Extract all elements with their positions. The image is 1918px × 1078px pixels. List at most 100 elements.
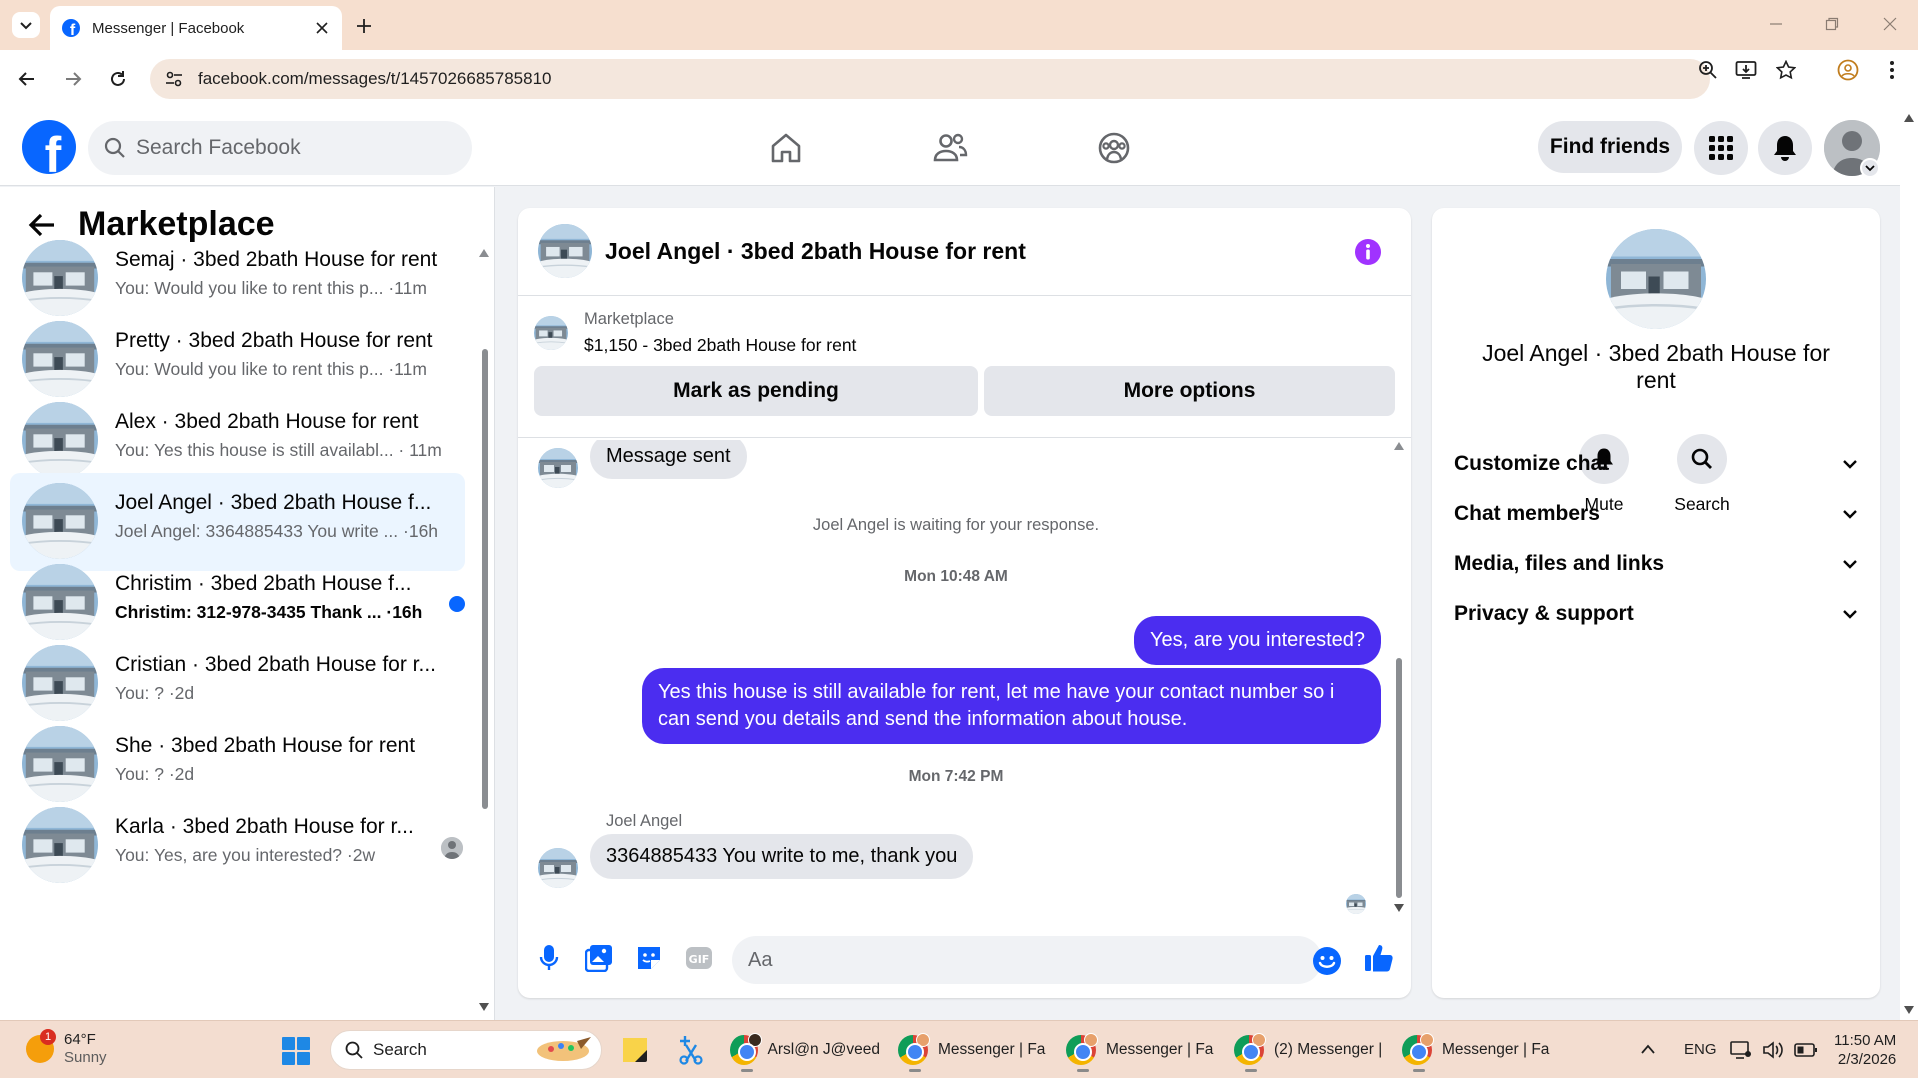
- battery-icon[interactable]: [1794, 1042, 1818, 1058]
- taskbar-search[interactable]: Search: [330, 1030, 602, 1070]
- back-arrow-icon[interactable]: [14, 66, 40, 92]
- taskbar-app-label: Messenger | Fa: [1442, 1041, 1550, 1058]
- weather-widget[interactable]: 1 64°F Sunny: [26, 1029, 107, 1067]
- chat-info-section-privacy-support[interactable]: Privacy & support: [1454, 592, 1858, 636]
- weather-condition: Sunny: [64, 1049, 107, 1066]
- tab-title: Messenger | Facebook: [92, 19, 245, 37]
- photo-gallery-icon[interactable]: [584, 943, 614, 973]
- info-icon[interactable]: [1354, 238, 1382, 266]
- taskbar-chrome-window[interactable]: Arsl@n J@veed: [730, 1029, 880, 1072]
- marketplace-label: Marketplace: [584, 310, 674, 328]
- message-bubble-incoming: Message sent: [590, 440, 747, 479]
- chrome-icon: [1402, 1033, 1434, 1065]
- message-input[interactable]: Aa: [732, 936, 1322, 984]
- zoom-icon[interactable]: [1696, 58, 1720, 82]
- chat-info-avatar[interactable]: [1606, 229, 1706, 329]
- snipping-tool-icon[interactable]: [676, 1035, 706, 1065]
- address-bar[interactable]: facebook.com/messages/t/1457026685785810: [150, 59, 1710, 99]
- taskbar-chrome-window[interactable]: Messenger | Fa: [1066, 1029, 1216, 1072]
- url-text[interactable]: facebook.com/messages/t/1457026685785810: [198, 69, 551, 89]
- language-indicator[interactable]: ENG: [1684, 1041, 1717, 1058]
- find-friends-button[interactable]: Find friends: [1538, 121, 1682, 173]
- gif-icon[interactable]: GIF: [684, 943, 714, 973]
- chat-list-item[interactable]: Karla · 3bed 2bath House for r... You: Ye…: [10, 797, 465, 895]
- profile-badge-icon: [1252, 1033, 1266, 1047]
- facebook-logo-icon[interactable]: f: [22, 120, 76, 174]
- conversation-avatar[interactable]: [538, 224, 592, 278]
- chat-name: Karla · 3bed 2bath House for r...: [115, 815, 414, 838]
- taskbar-chrome-window[interactable]: Messenger | Fa: [1402, 1029, 1552, 1072]
- chat-info-section-media-files-and-links[interactable]: Media, files and links: [1454, 542, 1858, 586]
- install-app-icon[interactable]: [1734, 58, 1758, 82]
- chat-info-section-chat-members[interactable]: Chat members: [1454, 492, 1858, 536]
- chat-list-scroll-thumb[interactable]: [482, 349, 488, 809]
- clock-date: 2/3/2026: [1837, 1051, 1897, 1068]
- tab-close-icon[interactable]: [314, 20, 330, 36]
- seen-indicator-avatar: [1346, 894, 1366, 914]
- volume-icon[interactable]: [1762, 1040, 1784, 1060]
- page-scrollbar[interactable]: [1900, 108, 1918, 1020]
- taskbar-chrome-window[interactable]: (2) Messenger |: [1234, 1029, 1384, 1072]
- more-options-button[interactable]: More options: [984, 366, 1395, 416]
- chat-avatar: [22, 726, 98, 802]
- browser-tab-messenger[interactable]: f Messenger | Facebook: [50, 6, 342, 50]
- chat-preview: You: Yes, are you interested? ·2w: [115, 845, 376, 865]
- microphone-icon[interactable]: [534, 943, 564, 973]
- message-input-placeholder: Aa: [748, 948, 773, 971]
- account-chevron-icon[interactable]: [1860, 158, 1880, 178]
- unread-indicator-dot: [449, 596, 465, 612]
- facebook-favicon-icon: f: [62, 19, 80, 37]
- chat-preview: You: ? ·2d: [115, 683, 195, 703]
- friends-icon[interactable]: [928, 126, 972, 170]
- new-tab-plus-icon[interactable]: [352, 14, 376, 38]
- search-icon: [104, 137, 125, 158]
- facebook-search-input[interactable]: Search Facebook: [88, 121, 472, 175]
- clock-time: 11:50 AM: [1834, 1032, 1897, 1049]
- sticky-notes-icon[interactable]: [620, 1035, 650, 1065]
- thread-scroll-thumb[interactable]: [1396, 658, 1402, 898]
- tab-search-button[interactable]: [12, 12, 40, 38]
- running-indicator: [1077, 1069, 1089, 1072]
- forward-arrow-icon[interactable]: [60, 66, 86, 92]
- emoji-icon[interactable]: [1312, 946, 1342, 976]
- window-close-icon[interactable]: [1878, 12, 1902, 36]
- chrome-profile-icon[interactable]: [1836, 58, 1860, 82]
- chat-avatar: [22, 564, 98, 640]
- thumbs-up-icon[interactable]: [1364, 943, 1394, 973]
- restore-icon[interactable]: [1820, 12, 1844, 36]
- notifications-bell-icon[interactable]: [1758, 121, 1812, 175]
- site-info-icon[interactable]: [164, 69, 184, 89]
- waiting-response-notice: Joel Angel is waiting for your response.: [812, 516, 1100, 534]
- sticker-icon[interactable]: [634, 943, 664, 973]
- chrome-icon: [1066, 1033, 1098, 1065]
- mark-as-pending-button[interactable]: Mark as pending: [534, 366, 978, 416]
- chat-preview: Joel Angel: 3364885433 You write ... ·16…: [115, 521, 439, 541]
- listing-title[interactable]: $1,150 - 3bed 2bath House for rent: [584, 335, 856, 356]
- tray-chevron-up-icon[interactable]: [1640, 1043, 1656, 1055]
- conversation-title[interactable]: Joel Angel · 3bed 2bath House for rent: [605, 238, 1026, 265]
- browser-menu-icon[interactable]: [1880, 58, 1904, 82]
- chevron-down-icon: [1842, 509, 1858, 519]
- thread-scrollbar[interactable]: [1392, 440, 1406, 916]
- listing-thumbnail[interactable]: [534, 316, 568, 350]
- groups-icon[interactable]: [1092, 126, 1136, 170]
- network-icon[interactable]: [1730, 1040, 1752, 1060]
- sun-icon: 1: [26, 1029, 56, 1063]
- message-thread: Message sent Joel Angel is waiting for y…: [518, 440, 1411, 916]
- minimize-icon[interactable]: [1764, 12, 1788, 36]
- chat-info-panel: Joel Angel · 3bed 2bath House for rent M…: [1432, 208, 1880, 998]
- reload-icon[interactable]: [105, 66, 131, 92]
- taskbar-chrome-window[interactable]: Messenger | Fa: [898, 1029, 1048, 1072]
- chat-list-scrollbar[interactable]: [478, 249, 490, 1011]
- browser-tab-strip: f Messenger | Facebook: [0, 0, 1918, 50]
- chat-preview: You: Yes this house is still availabl...…: [115, 440, 442, 460]
- menu-grid-icon[interactable]: [1694, 121, 1748, 175]
- chat-name: Semaj · 3bed 2bath House for rent: [115, 248, 438, 271]
- bookmark-star-icon[interactable]: [1774, 58, 1798, 82]
- windows-start-icon[interactable]: [282, 1037, 310, 1065]
- system-clock[interactable]: 11:50 AM 2/3/2026: [1834, 1031, 1896, 1069]
- home-icon[interactable]: [764, 126, 808, 170]
- chat-info-section-customize-chat[interactable]: Customize chat: [1454, 442, 1858, 486]
- chat-name: She · 3bed 2bath House for rent: [115, 734, 416, 757]
- chat-preview: Christim: 312-978-3435 Thank ... ·16h: [115, 602, 423, 622]
